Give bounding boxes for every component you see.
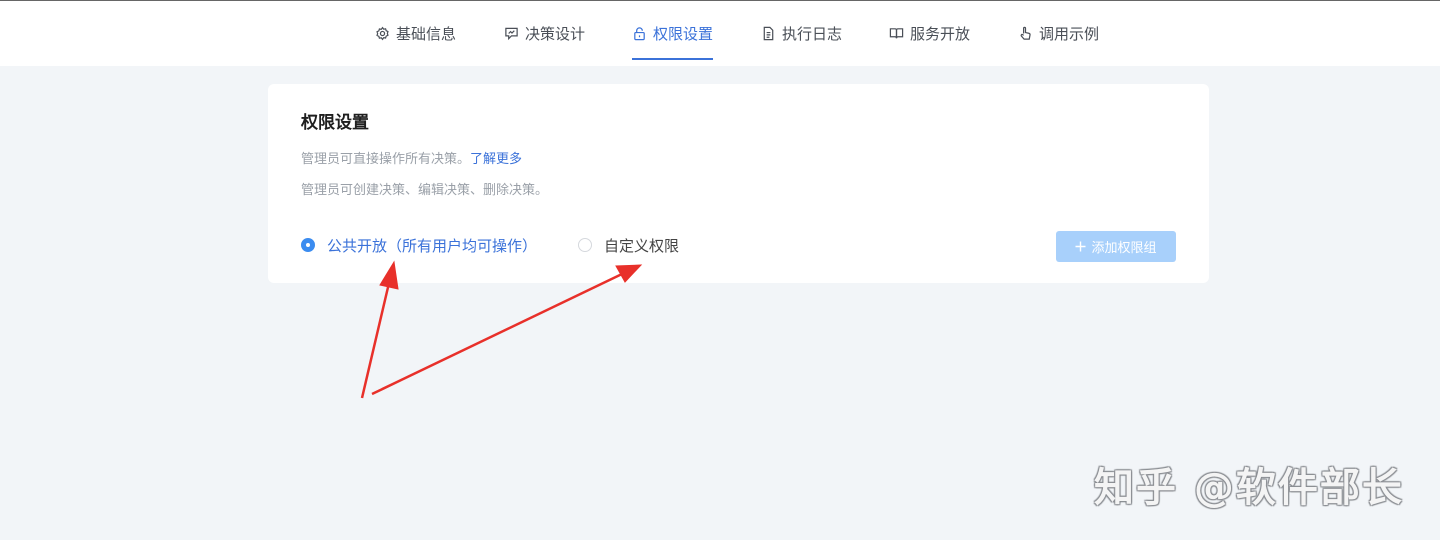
tab-label: 执行日志 xyxy=(782,24,843,43)
watermark: 知乎 @软件部长 xyxy=(1094,465,1404,511)
tab-label: 调用示例 xyxy=(1039,24,1100,43)
description-line-2: 管理员可创建决策、编辑决策、删除决策。 xyxy=(301,183,549,198)
tab-permission-settings[interactable]: 权限设置 xyxy=(632,1,714,65)
learn-more-link[interactable]: 了解更多 xyxy=(470,152,522,167)
top-navigation-bar: 基础信息 决策设计 权限设置 执行日志 服务开放 调用示例 xyxy=(0,0,1440,66)
tab-basic-info[interactable]: 基础信息 xyxy=(375,1,456,65)
radio-circle[interactable] xyxy=(301,238,315,252)
tab-label: 决策设计 xyxy=(525,24,586,43)
plus-icon xyxy=(1075,241,1086,252)
arrow-to-custom-option xyxy=(371,272,623,396)
design-icon xyxy=(505,27,518,40)
add-permission-group-button[interactable]: 添加权限组 xyxy=(1056,231,1176,262)
lock-icon xyxy=(634,26,645,40)
settings-icon xyxy=(376,26,389,40)
radio-label[interactable]: 自定义权限 xyxy=(604,235,679,256)
tab-label: 服务开放 xyxy=(910,24,971,43)
document-icon xyxy=(763,26,774,40)
button-label: 添加权限组 xyxy=(1091,241,1157,256)
tab-list: 基础信息 决策设计 权限设置 执行日志 服务开放 调用示例 xyxy=(0,1,1440,66)
description-line-1: 管理员可直接操作所有决策。了解更多 xyxy=(301,148,522,167)
hand-pointer-icon xyxy=(1020,26,1031,40)
radio-label[interactable]: 公共开放（所有用户均可操作） xyxy=(327,235,537,256)
description-text: 管理员可直接操作所有决策。 xyxy=(301,152,471,167)
tab-label: 权限设置 xyxy=(653,24,714,43)
tab-execution-log[interactable]: 执行日志 xyxy=(761,1,842,65)
permission-mode-radio-group: 公共开放（所有用户均可操作） 自定义权限 xyxy=(301,233,679,257)
radio-circle[interactable] xyxy=(578,238,593,252)
page-title: 权限设置 xyxy=(301,113,369,133)
book-icon xyxy=(889,27,904,38)
permission-settings-card: 权限设置 管理员可直接操作所有决策。了解更多 管理员可创建决策、编辑决策、删除决… xyxy=(268,84,1209,283)
tab-label: 基础信息 xyxy=(396,24,457,43)
tab-decision-design[interactable]: 决策设计 xyxy=(504,1,585,65)
tab-call-examples[interactable]: 调用示例 xyxy=(1018,1,1099,65)
radio-custom-permission[interactable]: 自定义权限 xyxy=(578,235,679,256)
radio-public-open[interactable]: 公共开放（所有用户均可操作） xyxy=(301,235,537,256)
arrow-to-public-option xyxy=(360,282,391,399)
tab-service-open[interactable]: 服务开放 xyxy=(889,1,970,65)
